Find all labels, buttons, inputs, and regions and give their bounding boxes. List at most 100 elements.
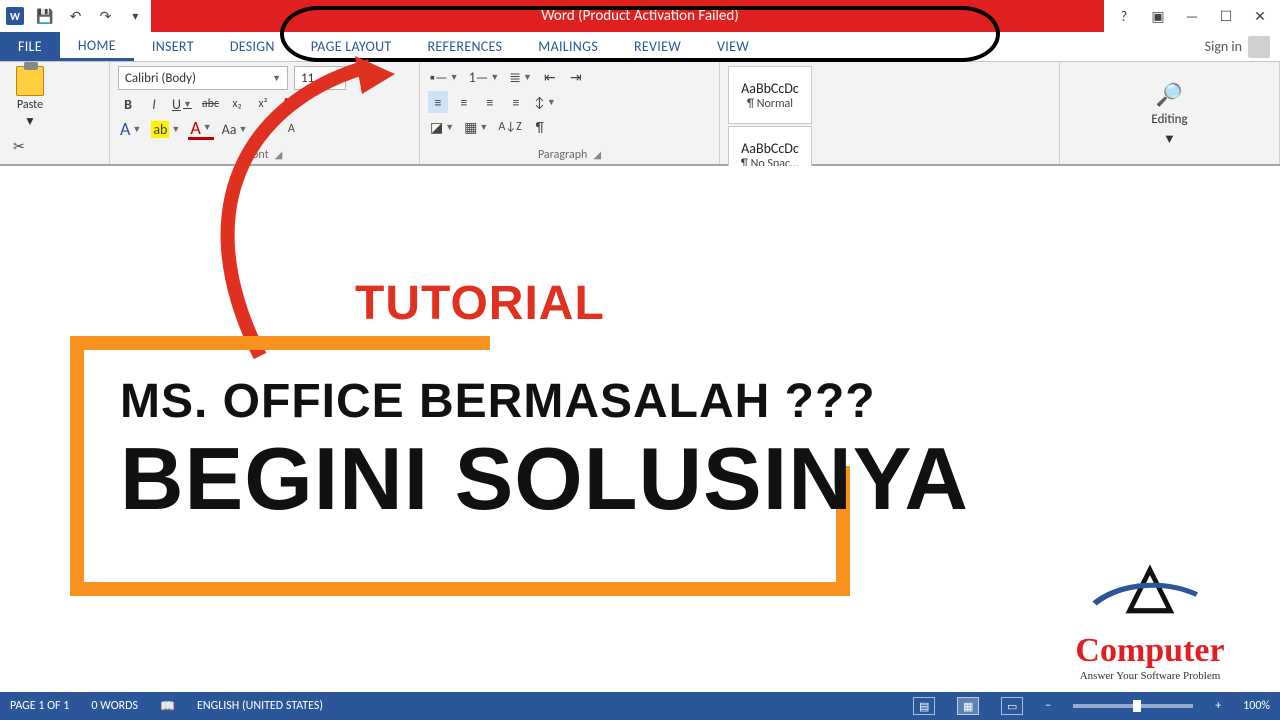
font-name-combo[interactable]: Calibri (Body)▼ — [118, 66, 288, 90]
cut-button[interactable]: ✂ — [8, 135, 30, 157]
paste-icon — [16, 66, 44, 96]
zoom-thumb[interactable] — [1133, 700, 1141, 712]
overlay-line2: BEGINI SOLUSINYA — [120, 435, 969, 523]
zoom-in-button[interactable]: + — [1215, 699, 1221, 713]
overlay-frame — [70, 582, 850, 596]
subscript-button[interactable]: x₂ — [227, 93, 247, 115]
style-normal-preview: AaBbCcDc — [741, 80, 799, 97]
bold-button[interactable]: B — [118, 93, 138, 115]
show-marks-button[interactable]: ¶ — [530, 116, 550, 138]
quick-access-toolbar: W 💾 ↶ ↷ ▾ — [0, 0, 151, 32]
numbering-button[interactable]: 1—▼ — [467, 66, 502, 88]
overlay-tutorial-label: TUTORIAL — [355, 276, 605, 331]
customize-qat-button[interactable]: ▾ — [125, 5, 145, 27]
logo-subtext: Answer Your Software Problem — [1050, 670, 1250, 682]
maximize-button[interactable]: ☐ — [1216, 5, 1236, 27]
font-size-combo[interactable]: 11▼ — [294, 66, 346, 90]
align-left-button[interactable]: ≡ — [428, 91, 448, 113]
underline-button[interactable]: U▼ — [170, 93, 194, 115]
view-web-button[interactable]: ▭ — [1001, 697, 1023, 715]
justify-button[interactable]: ≡ — [506, 91, 526, 113]
shrink-font-button[interactable]: A — [281, 118, 301, 140]
paste-label: Paste — [17, 98, 43, 112]
minimize-button[interactable]: — — [1182, 5, 1202, 27]
italic-button[interactable]: I — [144, 93, 164, 115]
tab-view[interactable]: VIEW — [699, 32, 767, 61]
tab-mailings[interactable]: MAILINGS — [520, 32, 616, 61]
shading-button[interactable]: ◪▼ — [428, 116, 456, 138]
group-paragraph: ▪—▼ 1—▼ ≣▼ ⇤ ⇥ ≡ ≡ ≡ ≡ ↕▼ ◪▼ ▦▼ A↓Z ¶ Pa… — [420, 62, 720, 164]
status-proof-icon[interactable]: 📖 — [160, 699, 175, 714]
align-center-button[interactable]: ≡ — [454, 91, 474, 113]
editing-dropdown[interactable]: ▼ — [1163, 131, 1176, 147]
status-language[interactable]: ENGLISH (UNITED STATES) — [197, 699, 323, 713]
help-button[interactable]: ? — [1114, 5, 1134, 27]
overlay-headline: MS. OFFICE BERMASALAH ??? BEGINI SOLUSIN… — [70, 346, 1009, 551]
tab-home[interactable]: HOME — [60, 32, 134, 61]
increase-indent-button[interactable]: ⇥ — [566, 66, 586, 88]
group-editing: 🔎 Editing ▼ — [1060, 62, 1280, 164]
style-normal[interactable]: AaBbCcDc ¶ Normal — [728, 66, 812, 124]
tab-insert[interactable]: INSERT — [134, 32, 212, 61]
bullets-button[interactable]: ▪—▼ — [428, 66, 461, 88]
ribbon-tabs: FILE HOME INSERT DESIGN PAGE LAYOUT REFE… — [0, 32, 1280, 62]
overlay-line1: MS. OFFICE BERMASALAH ??? — [120, 374, 969, 429]
status-page[interactable]: PAGE 1 OF 1 — [10, 699, 69, 713]
paragraph-launcher[interactable]: ◢ — [593, 148, 601, 162]
font-launcher[interactable]: ◢ — [275, 148, 283, 162]
highlight-button[interactable]: ab▼ — [149, 118, 182, 140]
font-name-value: Calibri (Body) — [125, 71, 196, 86]
grow-font-button[interactable]: A — [255, 118, 275, 140]
channel-logo: △ ⌒ Computer Answer Your Software Proble… — [1050, 568, 1250, 682]
zoom-slider[interactable] — [1073, 704, 1193, 708]
redo-button[interactable]: ↷ — [95, 5, 115, 27]
document-area[interactable]: TUTORIAL MS. OFFICE BERMASALAH ??? BEGIN… — [0, 166, 1280, 692]
undo-button[interactable]: ↶ — [65, 5, 85, 27]
clear-formatting-button[interactable]: A◇ — [279, 93, 301, 115]
zoom-level[interactable]: 100% — [1243, 699, 1270, 713]
view-read-button[interactable]: ▤ — [913, 697, 935, 715]
tab-page-layout[interactable]: PAGE LAYOUT — [293, 32, 410, 61]
ribbon: Paste ▼ ✂ ⧉ 🖌 Clipboard ◢ Calibri (Body)… — [0, 62, 1280, 166]
title-bar: W 💾 ↶ ↷ ▾ Word (Product Activation Faile… — [0, 0, 1280, 32]
decrease-indent-button[interactable]: ⇤ — [540, 66, 560, 88]
save-button[interactable]: 💾 — [34, 5, 55, 27]
find-icon[interactable]: 🔎 — [1156, 81, 1183, 108]
user-avatar-icon — [1248, 36, 1270, 58]
tab-references[interactable]: REFERENCES — [410, 32, 521, 61]
group-clipboard: Paste ▼ ✂ ⧉ 🖌 Clipboard ◢ — [0, 62, 110, 164]
text-effects-button[interactable]: A▼ — [118, 118, 143, 140]
tab-design[interactable]: DESIGN — [212, 32, 293, 61]
view-print-button[interactable]: ▦ — [957, 697, 979, 715]
window-controls: ? ▣ — ☐ ✕ — [1104, 0, 1280, 32]
font-size-value: 11 — [301, 71, 314, 86]
style-normal-name: ¶ Normal — [747, 97, 793, 111]
sign-in-link[interactable]: Sign in — [1195, 32, 1280, 61]
group-paragraph-label: Paragraph — [538, 148, 587, 162]
group-font-label: Font — [247, 148, 269, 162]
line-spacing-button[interactable]: ↕▼ — [532, 91, 558, 113]
status-words[interactable]: 0 WORDS — [91, 699, 138, 713]
group-editing-label: Editing — [1151, 112, 1187, 127]
align-right-button[interactable]: ≡ — [480, 91, 500, 113]
tab-review[interactable]: REVIEW — [616, 32, 699, 61]
superscript-button[interactable]: x² — [253, 93, 273, 115]
strikethrough-button[interactable]: abc — [200, 93, 221, 115]
change-case-button[interactable]: Aa▼ — [220, 118, 250, 140]
close-button[interactable]: ✕ — [1250, 5, 1270, 27]
style-nospacing-preview: AaBbCcDc — [741, 140, 799, 157]
word-app-icon: W — [6, 7, 24, 25]
ribbon-options-button[interactable]: ▣ — [1148, 5, 1168, 27]
status-bar: PAGE 1 OF 1 0 WORDS 📖 ENGLISH (UNITED ST… — [0, 692, 1280, 720]
zoom-out-button[interactable]: − — [1045, 699, 1051, 713]
window-title: Word (Product Activation Failed) — [0, 7, 1280, 25]
group-font: Calibri (Body)▼ 11▼ B I U▼ abc x₂ x² A◇ … — [110, 62, 420, 164]
multilevel-button[interactable]: ≣▼ — [507, 66, 534, 88]
font-color-button[interactable]: A▼ — [188, 118, 213, 140]
borders-button[interactable]: ▦▼ — [462, 116, 490, 138]
group-styles: AaBbCcDc ¶ Normal AaBbCcDc ¶ No Spac... … — [720, 62, 1060, 164]
sign-in-label: Sign in — [1205, 38, 1242, 55]
sort-button[interactable]: A↓Z — [496, 116, 523, 138]
paste-button[interactable]: Paste ▼ — [8, 66, 52, 129]
tab-file[interactable]: FILE — [0, 32, 60, 61]
